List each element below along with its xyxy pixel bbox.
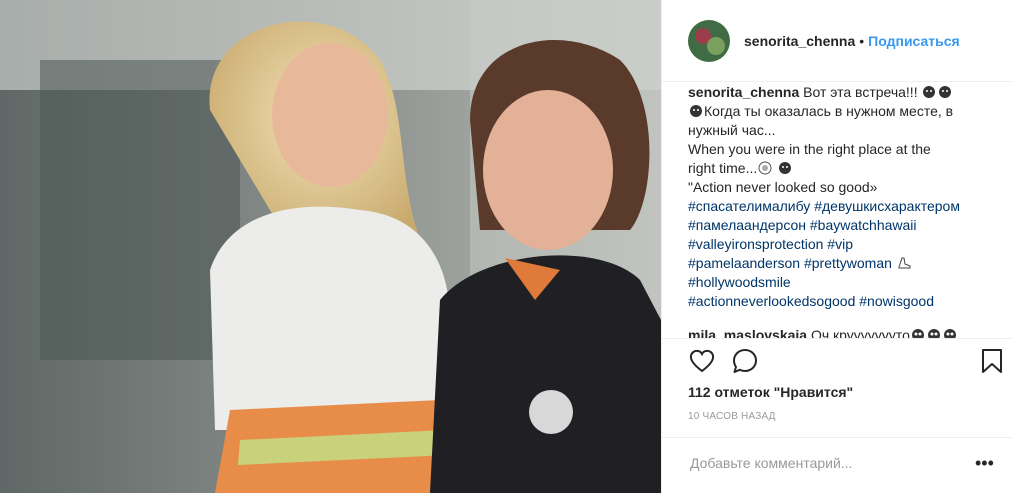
hashtag-link[interactable]: #valleyironsprotection — [688, 236, 823, 252]
author-username[interactable]: senorita_chenna — [744, 33, 855, 49]
caption-line-4: When you were in the right place at the — [688, 141, 931, 157]
heart-eyes-emoji-icon — [927, 328, 941, 338]
post-timestamp[interactable]: 10 ЧАСОВ НАЗАД — [688, 411, 776, 422]
avatar[interactable] — [688, 19, 730, 62]
likes-count[interactable]: 112 отметок "Нравится" — [688, 384, 853, 400]
caption-line-5: right time... — [688, 160, 758, 176]
add-comment-section: ••• — [662, 437, 1013, 493]
hashtag-link[interactable]: #vip — [827, 236, 853, 252]
hashtag-link[interactable]: #девушкисхарактером — [814, 198, 960, 214]
photo-image — [0, 0, 661, 493]
comment-username[interactable]: mila_maslovskaia — [688, 327, 807, 338]
caption-line-6: "Action never looked so good» — [688, 179, 878, 195]
hashtag-link[interactable]: #pamelaanderson — [688, 255, 800, 271]
post-photo[interactable] — [0, 0, 661, 493]
hashtag-link[interactable]: #prettywoman — [804, 255, 892, 271]
caption-line-3: нужный час... — [688, 122, 776, 138]
caption-line-1: Вот эта встреча!!! — [803, 84, 918, 100]
hashtag-link[interactable]: #actionneverlookedsogood — [688, 293, 855, 309]
post-sidebar: senorita_chenna • Подписаться senorita_c… — [661, 0, 1013, 493]
hashtag-link[interactable]: #памелаандерсон — [688, 217, 806, 233]
comment-input[interactable] — [688, 454, 962, 472]
emoji-icon — [758, 161, 772, 175]
hashtag-link[interactable]: #nowisgood — [859, 293, 934, 309]
comment-bubble-icon[interactable] — [731, 347, 759, 375]
separator-dot: • — [859, 32, 865, 49]
follow-button[interactable]: Подписаться — [868, 33, 960, 49]
heart-icon[interactable] — [688, 347, 716, 375]
heart-eyes-emoji-icon — [911, 328, 925, 338]
post-header: senorita_chenna • Подписаться — [662, 0, 1013, 82]
emoji-icon — [938, 85, 952, 99]
caption: senorita_chenna Вот эта встреча!!! Когда… — [688, 83, 988, 311]
comments-list[interactable]: senorita_chenna Вот эта встреча!!! Когда… — [688, 83, 988, 338]
bookmark-icon[interactable] — [978, 347, 1006, 375]
hashtag-link[interactable]: #hollywoodsmile — [688, 274, 791, 290]
emoji-icon — [778, 161, 792, 175]
caption-line-2: Когда ты оказалась в нужном месте, в — [704, 103, 954, 119]
hashtag-link[interactable]: #спасателималибу — [688, 198, 810, 214]
emoji-icon — [922, 85, 936, 99]
action-bar — [662, 338, 1013, 378]
comment-item: mila_maslovskaia Оч круууууууто — [688, 326, 988, 338]
caption-username[interactable]: senorita_chenna — [688, 84, 799, 100]
hashtag-link[interactable]: #baywatchhawaii — [810, 217, 917, 233]
emoji-icon — [689, 104, 703, 118]
more-options-icon[interactable]: ••• — [975, 454, 994, 472]
heart-eyes-emoji-icon — [943, 328, 957, 338]
comment-text: Оч круууууууто — [810, 327, 910, 338]
shoe-emoji-icon — [897, 256, 911, 270]
